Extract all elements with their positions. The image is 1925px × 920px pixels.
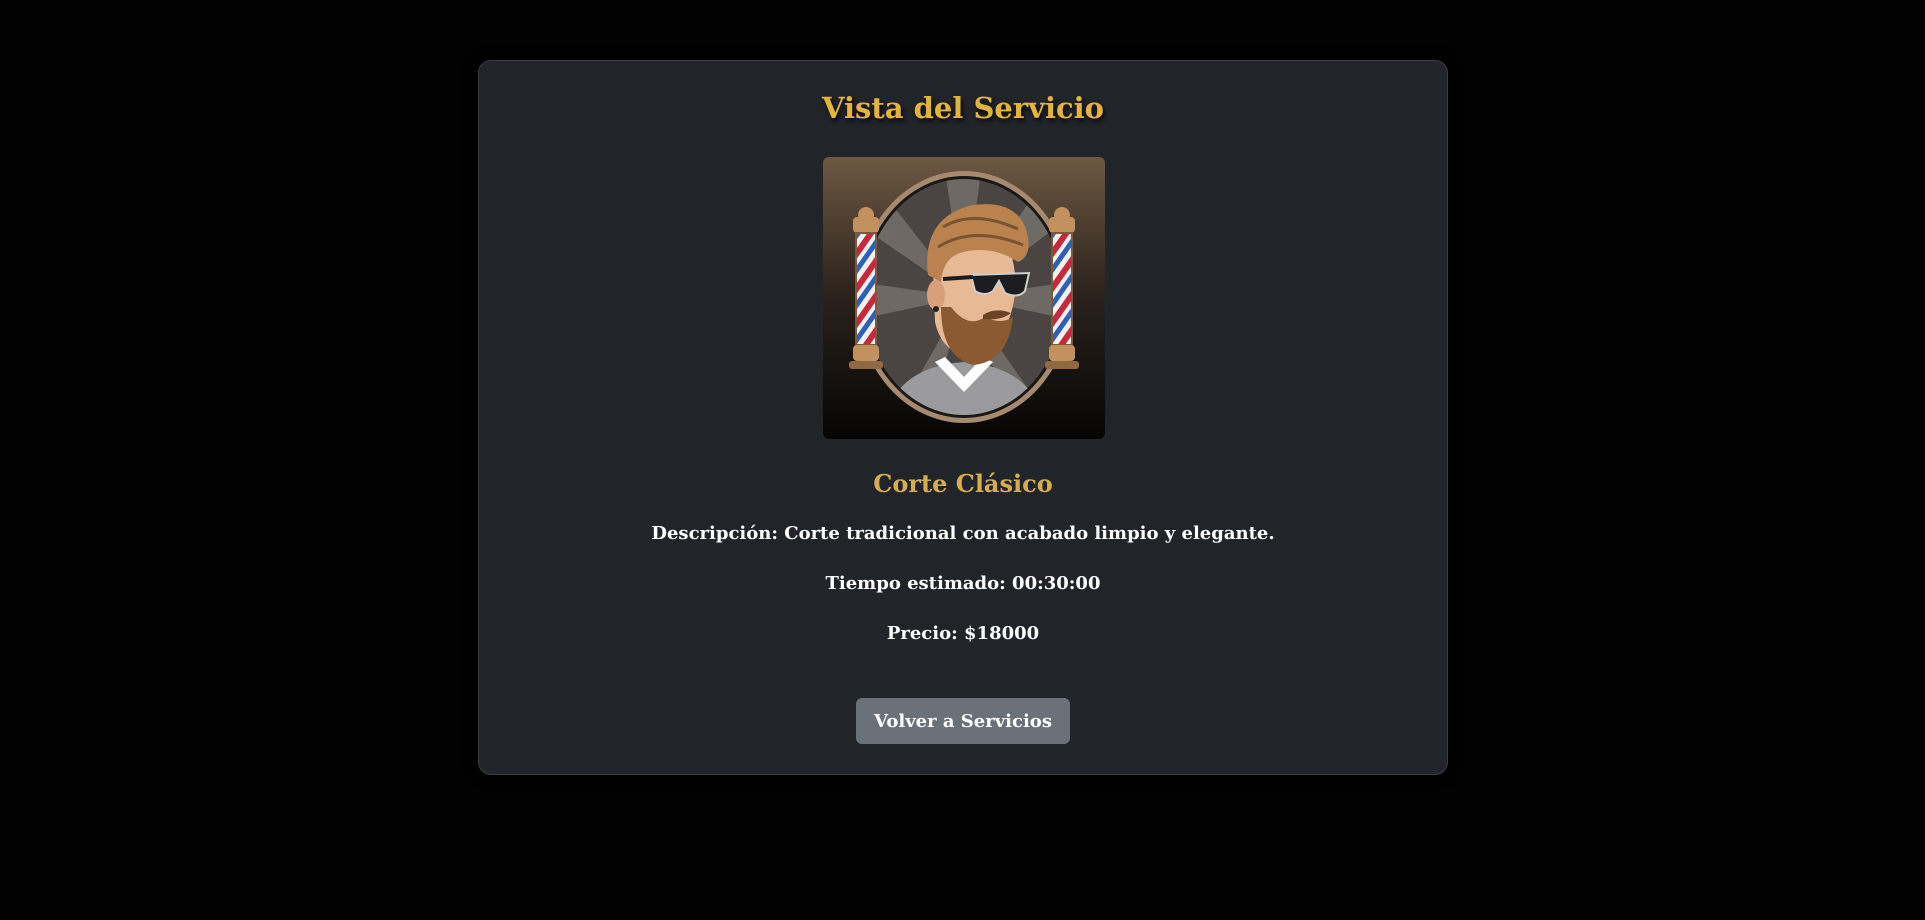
back-to-services-button[interactable]: Volver a Servicios <box>856 698 1070 744</box>
service-card: Vista del Servicio Corte Clásico Descrip… <box>478 60 1448 775</box>
service-image <box>823 157 1105 439</box>
page-title: Vista del Servicio <box>821 91 1104 125</box>
service-price: Precio: $18000 <box>886 623 1040 644</box>
service-time: Tiempo estimado: 00:30:00 <box>825 573 1101 594</box>
barber-logo-icon <box>823 157 1105 439</box>
service-name: Corte Clásico <box>873 469 1053 498</box>
service-description: Descripción: Corte tradicional con acaba… <box>651 523 1275 544</box>
